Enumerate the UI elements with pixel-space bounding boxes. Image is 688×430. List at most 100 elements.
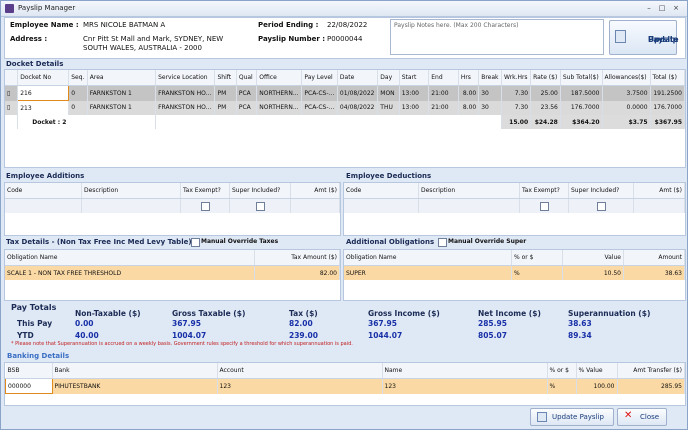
- col-amount-transfer[interactable]: Amt Transfer ($): [617, 363, 685, 379]
- payslip-manager-window: Payslip Manager – □ × Employee Name : MR…: [0, 0, 688, 430]
- tax-row[interactable]: SCALE 1 - NON TAX FREE THRESHOLD 82.00: [5, 265, 340, 280]
- area-cell: FARNKSTON 1: [87, 100, 157, 115]
- col-seq[interactable]: Seq.: [68, 70, 88, 86]
- col-code[interactable]: Code: [344, 183, 419, 199]
- col-super-included[interactable]: Super Included?: [229, 183, 291, 199]
- col-amount[interactable]: Amt ($): [290, 183, 340, 199]
- col-start[interactable]: Start: [399, 70, 430, 86]
- obligations-title: Additional Obligations: [346, 238, 435, 246]
- end-cell: 21:00: [428, 85, 459, 101]
- col-super-included[interactable]: Super Included?: [568, 183, 634, 199]
- code-cell[interactable]: [344, 198, 419, 213]
- net-income-ytd: 805.07: [478, 331, 507, 340]
- tax-label: Tax ($): [289, 309, 318, 318]
- col-qual[interactable]: Qual: [236, 70, 258, 86]
- col-service-location[interactable]: Service Location: [155, 70, 216, 86]
- col-office[interactable]: Office: [256, 70, 303, 86]
- tax-exempt-checkbox[interactable]: [200, 201, 210, 211]
- col-tax-amount[interactable]: Tax Amount ($): [254, 250, 340, 266]
- amount-cell[interactable]: [290, 198, 340, 213]
- close-button[interactable]: ✕ Close: [617, 408, 667, 426]
- col-description[interactable]: Description: [418, 183, 520, 199]
- col-day[interactable]: Day: [377, 70, 400, 86]
- super-included-checkbox[interactable]: [255, 201, 265, 211]
- col-obligation-name[interactable]: Obligation Name: [5, 250, 255, 266]
- amount-cell[interactable]: [633, 198, 685, 213]
- additions-new-row[interactable]: [5, 198, 340, 213]
- ytd-label: YTD: [17, 331, 34, 340]
- description-cell[interactable]: [81, 198, 181, 213]
- col-percent-or-dollar[interactable]: % or $: [547, 363, 577, 379]
- col-obligation-name[interactable]: Obligation Name: [344, 250, 512, 266]
- col-bank[interactable]: Bank: [52, 363, 218, 379]
- docket-row[interactable]: ▯ 216 0 FARNKSTON 1 FRANKSTON HO... PM P…: [5, 85, 685, 101]
- pay-totals-title: Pay Totals: [11, 303, 57, 312]
- shift-cell: PM: [214, 85, 237, 101]
- col-value[interactable]: Value: [562, 250, 624, 266]
- col-tax-exempt[interactable]: Tax Exempt?: [519, 183, 569, 199]
- qual-cell: PCA: [236, 85, 258, 101]
- manual-override-taxes-label: Manual Override Taxes: [201, 238, 279, 245]
- update-payslip-button[interactable]: Update Payslip: [530, 408, 614, 426]
- docket-no-cell[interactable]: 216: [17, 85, 70, 101]
- payslip-notes-input[interactable]: Payslip Notes here. (Max 200 Characters): [390, 19, 604, 55]
- additions-header-row: Code Description Tax Exempt? Super Inclu…: [5, 183, 340, 199]
- tax-this-pay: 82.00: [289, 319, 313, 328]
- code-cell[interactable]: [5, 198, 82, 213]
- service-location-cell: FRANKSTON HO...: [155, 85, 216, 101]
- tax-exempt-checkbox[interactable]: [539, 201, 549, 211]
- period-ending-label: Period Ending :: [258, 21, 319, 29]
- end-cell: 21:00: [428, 100, 459, 115]
- super-included-checkbox[interactable]: [596, 201, 606, 211]
- update-payslip-top-button[interactable]: Update Payslip: [609, 20, 679, 55]
- col-bsb[interactable]: BSB: [5, 363, 53, 379]
- manual-override-super-checkbox[interactable]: [438, 238, 447, 247]
- total-cell: 191.2500: [650, 85, 685, 101]
- col-percent-value[interactable]: % Value: [576, 363, 618, 379]
- title-bar: Payslip Manager – □ ×: [1, 1, 687, 17]
- close-window-button[interactable]: ×: [671, 3, 681, 13]
- maximize-button[interactable]: □: [657, 3, 667, 13]
- col-amount[interactable]: Amount: [623, 250, 685, 266]
- col-name[interactable]: Name: [382, 363, 548, 379]
- col-amount[interactable]: Amt ($): [633, 183, 685, 199]
- docket-no-cell[interactable]: 213: [17, 100, 70, 115]
- total-spacer: [155, 115, 502, 129]
- description-cell[interactable]: [418, 198, 520, 213]
- col-description[interactable]: Description: [81, 183, 181, 199]
- pay-level-cell: PCA-CS-...: [301, 100, 338, 115]
- col-pay-level[interactable]: Pay Level: [301, 70, 338, 86]
- tax-exempt-cell: [180, 198, 230, 213]
- minimize-button[interactable]: –: [644, 3, 654, 13]
- deductions-new-row[interactable]: [344, 198, 685, 213]
- update-top-line2: Payslip: [648, 35, 678, 44]
- col-allowances[interactable]: Allowances($): [602, 70, 651, 86]
- bsb-cell[interactable]: 000000: [5, 378, 53, 394]
- obligation-row[interactable]: SUPER % 10.50 38.63: [344, 265, 685, 280]
- col-area[interactable]: Area: [87, 70, 157, 86]
- col-rate[interactable]: Rate ($): [530, 70, 561, 86]
- col-account[interactable]: Account: [217, 363, 383, 379]
- banking-row[interactable]: 000000 PIHUTESTBANK 123 123 % 100.00 285…: [5, 378, 685, 394]
- col-hrs[interactable]: Hrs: [458, 70, 480, 86]
- docket-row[interactable]: ▯ 213 0 FARNKSTON 1 FRANKSTON HO... PM P…: [5, 100, 685, 115]
- col-sub-total[interactable]: Sub Total($): [560, 70, 603, 86]
- gross-taxable-this-pay: 367.95: [172, 319, 201, 328]
- col-end[interactable]: End: [428, 70, 459, 86]
- col-shift[interactable]: Shift: [214, 70, 237, 86]
- col-break[interactable]: Break: [478, 70, 502, 86]
- col-wrk-hrs[interactable]: Wrk.Hrs: [501, 70, 532, 86]
- col-total[interactable]: Total ($): [650, 70, 685, 86]
- amount-transfer-cell: 285.95: [617, 378, 685, 394]
- manual-override-taxes-checkbox[interactable]: [191, 238, 200, 247]
- col-tax-exempt[interactable]: Tax Exempt?: [180, 183, 230, 199]
- col-date[interactable]: Date: [337, 70, 379, 86]
- col-code[interactable]: Code: [5, 183, 82, 199]
- col-percent-or-dollar[interactable]: % or $: [511, 250, 563, 266]
- day-cell: MON: [377, 85, 400, 101]
- app-icon: [5, 4, 14, 13]
- allowances-cell: 3.7500: [602, 85, 651, 101]
- row-doc-icon: ▯: [5, 100, 19, 115]
- col-docket-no[interactable]: Docket No: [17, 70, 70, 86]
- sub-total-cell: 187.5000: [560, 85, 603, 101]
